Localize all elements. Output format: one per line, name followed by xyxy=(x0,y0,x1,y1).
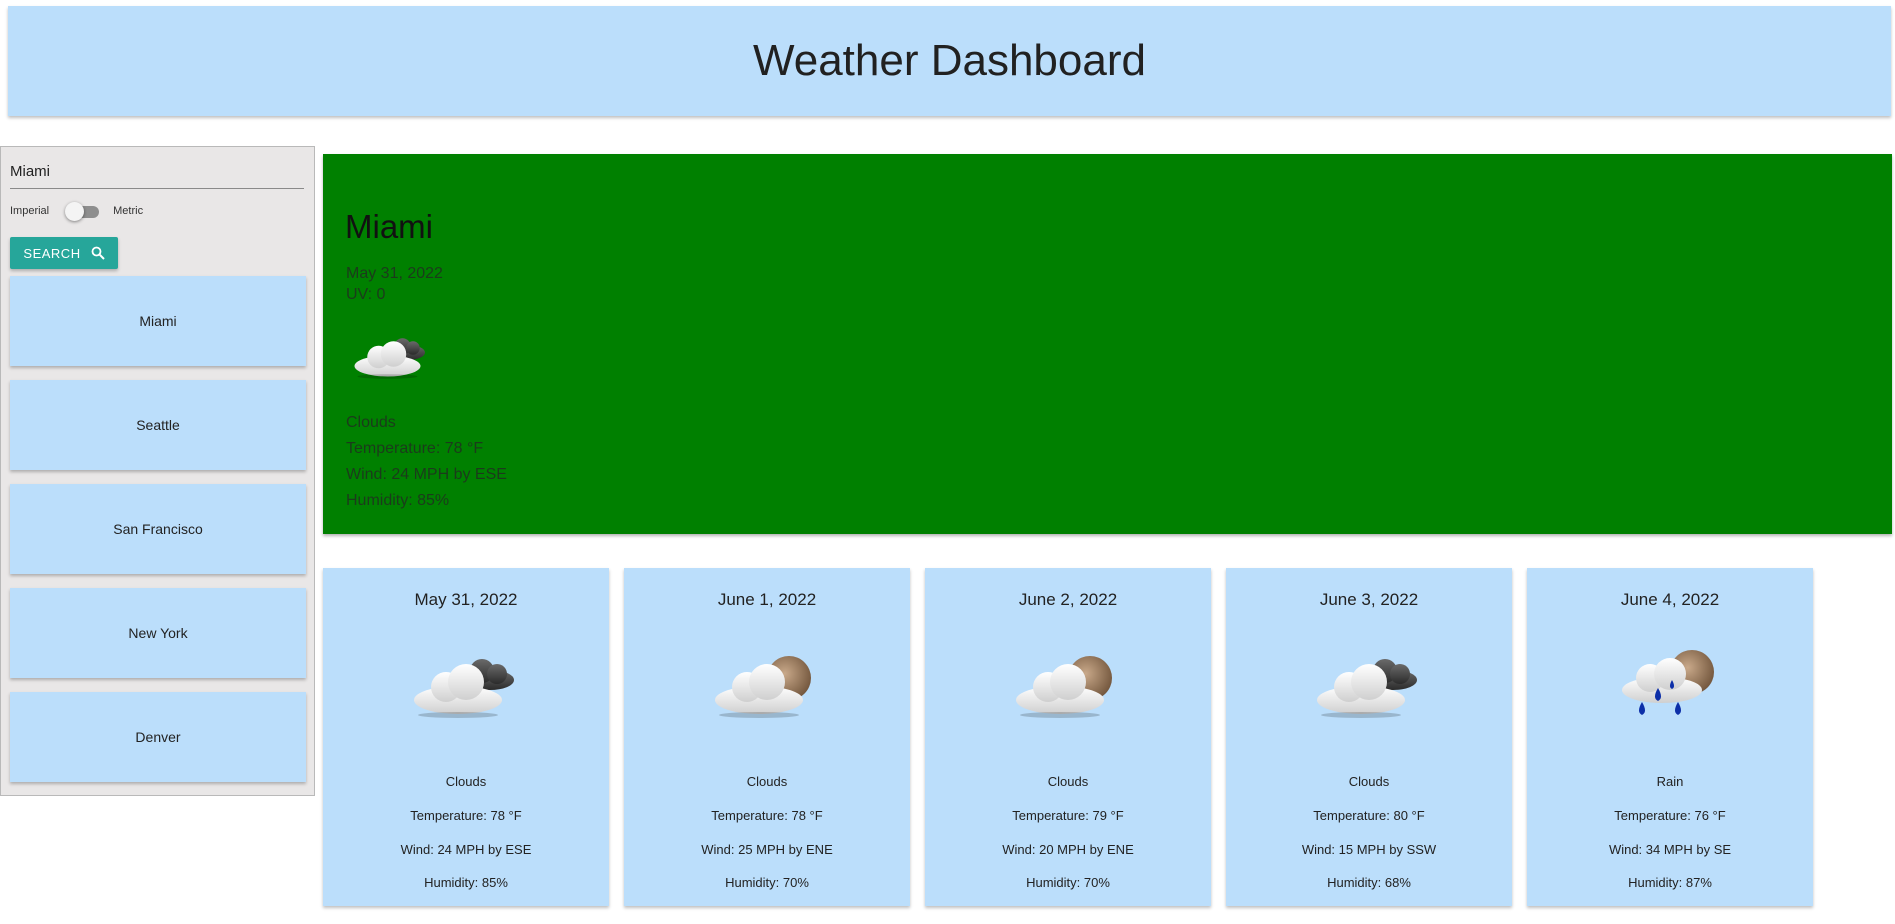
forecast-date: May 31, 2022 xyxy=(414,590,518,609)
forecast-description: Clouds xyxy=(1348,774,1390,789)
search-icon xyxy=(91,246,105,260)
current-weather-panel: Miami May 31, 2022 UV: 0 Clouds Temperat… xyxy=(323,154,1892,534)
forecast-temperature: Temperature: 78 °F xyxy=(410,808,522,823)
forecast-date: June 3, 2022 xyxy=(1319,590,1419,609)
current-details: Clouds Temperature: 78 °F Wind: 24 MPH b… xyxy=(346,410,507,514)
search-button-label: SEARCH xyxy=(23,245,81,261)
forecast-wind: Wind: 15 MPH by SSW xyxy=(1301,842,1437,857)
toggle-thumb xyxy=(65,202,85,221)
forecast-wind: Wind: 34 MPH by SE xyxy=(1608,842,1732,857)
current-date: May 31, 2022 xyxy=(346,265,443,282)
forecast-description: Clouds xyxy=(1047,774,1089,789)
forecast-description: Rain xyxy=(1656,774,1684,789)
forecast-humidity: Humidity: 87% xyxy=(1628,875,1712,890)
forecast-description: Clouds xyxy=(445,774,487,789)
five-day-forecast: May 31, 2022 Clouds Temperature: 78 °F W… xyxy=(323,568,1813,906)
city-button-seattle[interactable]: Seattle xyxy=(10,380,306,470)
current-uv-index: UV: 0 xyxy=(346,286,386,303)
partly-cloudy-icon xyxy=(1012,644,1124,724)
forecast-card: May 31, 2022 Clouds Temperature: 78 °F W… xyxy=(323,568,609,906)
forecast-humidity: Humidity: 68% xyxy=(1327,875,1411,890)
forecast-temperature: Temperature: 78 °F xyxy=(711,808,823,823)
city-button-denver[interactable]: Denver xyxy=(10,692,306,782)
rain-icon xyxy=(1614,644,1726,724)
forecast-temperature: Temperature: 76 °F xyxy=(1614,808,1726,823)
city-button-new-york[interactable]: New York xyxy=(10,588,306,678)
forecast-card: June 3, 2022 Clouds Temperature: 80 °F W… xyxy=(1226,568,1512,906)
city-search-input[interactable] xyxy=(10,155,304,189)
current-humidity: Humidity: 85% xyxy=(346,492,450,509)
current-city-name: Miami xyxy=(345,208,433,245)
metric-label: Metric xyxy=(113,205,144,217)
forecast-date: June 4, 2022 xyxy=(1620,590,1720,609)
current-temperature: Temperature: 78 °F xyxy=(346,440,484,457)
forecast-humidity: Humidity: 70% xyxy=(725,875,809,890)
search-button[interactable]: SEARCH xyxy=(10,237,118,269)
current-description: Clouds xyxy=(346,414,396,431)
cloudy-night-icon xyxy=(349,324,435,384)
cloudy-night-icon xyxy=(1313,644,1425,724)
forecast-temperature: Temperature: 79 °F xyxy=(1012,808,1124,823)
current-wind: Wind: 24 MPH by ESE xyxy=(346,466,507,483)
forecast-wind: Wind: 20 MPH by ENE xyxy=(1002,842,1134,857)
forecast-wind: Wind: 24 MPH by ESE xyxy=(400,842,532,857)
forecast-card: June 2, 2022 Clouds Temperature: 79 °F W… xyxy=(925,568,1211,906)
page-header: Weather Dashboard xyxy=(8,6,1891,116)
imperial-label: Imperial xyxy=(10,205,50,217)
cloudy-night-icon xyxy=(410,644,522,724)
page-title: Weather Dashboard xyxy=(753,36,1146,85)
forecast-wind: Wind: 25 MPH by ENE xyxy=(701,842,833,857)
forecast-temperature: Temperature: 80 °F xyxy=(1313,808,1425,823)
forecast-description: Clouds xyxy=(746,774,788,789)
forecast-humidity: Humidity: 85% xyxy=(424,875,508,890)
sidebar: Imperial Metric SEARCH Miami Seattle San… xyxy=(0,146,315,796)
partly-cloudy-icon xyxy=(711,644,823,724)
unit-toggle-row: Imperial Metric xyxy=(10,199,143,223)
forecast-humidity: Humidity: 70% xyxy=(1026,875,1110,890)
city-button-miami[interactable]: Miami xyxy=(10,276,306,366)
forecast-date: June 2, 2022 xyxy=(1018,590,1118,609)
forecast-card: June 1, 2022 Clouds Temperature: 78 °F W… xyxy=(624,568,910,906)
unit-toggle-switch[interactable] xyxy=(65,201,100,221)
forecast-card: June 4, 2022 Rain Temperature: 76 °F Win… xyxy=(1527,568,1813,906)
saved-cities-list: Miami Seattle San Francisco New York Den… xyxy=(10,276,306,796)
forecast-date: June 1, 2022 xyxy=(717,590,817,609)
city-button-san-francisco[interactable]: San Francisco xyxy=(10,484,306,574)
